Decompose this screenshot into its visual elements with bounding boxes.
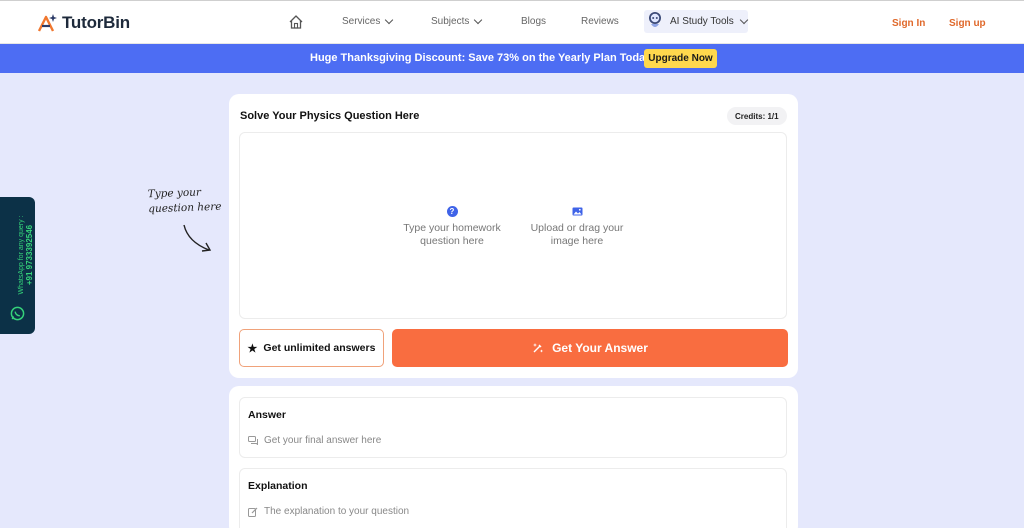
robot-icon [649, 12, 661, 27]
nav-subjects[interactable]: Subjects [431, 15, 483, 27]
credits-badge: Credits: 1/1 [727, 107, 787, 125]
nav-blogs[interactable]: Blogs [521, 16, 546, 27]
handwritten-note: Type your question here [147, 185, 222, 218]
results-card: Answer Get your final answer here Explan… [229, 386, 798, 528]
promo-banner: Huge Thanksgiving Discount: Save 73% on … [0, 44, 1024, 73]
nav-ai-tools-label: AI Study Tools [670, 16, 734, 27]
answer-hint: Get your final answer here [248, 435, 381, 446]
chat-icon [248, 436, 258, 445]
explanation-hint-text: The explanation to your question [264, 506, 410, 517]
logo[interactable]: TutorBin [36, 13, 130, 33]
brand-name: TutorBin [62, 13, 130, 32]
sign-up-link[interactable]: Sign up [949, 18, 986, 29]
star-icon: ★ [247, 342, 258, 355]
home-icon[interactable] [288, 14, 304, 30]
explanation-section: Explanation The explanation to your ques… [239, 468, 787, 528]
nav-blogs-label: Blogs [521, 16, 547, 27]
sign-in-link[interactable]: Sign In [892, 18, 925, 29]
whatsapp-contact-tab[interactable]: WhatsApp for any query : +91 9733392546 [0, 197, 35, 334]
get-answer-label: Get Your Answer [552, 341, 648, 355]
type-question-option[interactable]: ? Type your homework question here [400, 206, 504, 248]
get-unlimited-answers-button[interactable]: ★ Get unlimited answers [239, 329, 384, 367]
upload-image-option[interactable]: Upload or drag your image here [525, 206, 629, 248]
unlimited-label: Get unlimited answers [263, 342, 376, 354]
get-your-answer-button[interactable]: Get Your Answer [392, 329, 788, 367]
solver-card: Solve Your Physics Question Here Credits… [229, 94, 798, 378]
nav-services-label: Services [342, 16, 381, 27]
top-header: TutorBin Services Subjects Blogs Reviews… [0, 0, 1024, 44]
nav-services[interactable]: Services [342, 15, 394, 27]
nav-subjects-label: Subjects [431, 16, 470, 27]
nav-reviews[interactable]: Reviews [581, 16, 619, 27]
answer-hint-text: Get your final answer here [264, 435, 382, 446]
explanation-hint: The explanation to your question [248, 506, 409, 517]
promo-text: Huge Thanksgiving Discount: Save 73% on … [310, 52, 655, 64]
chevron-down-icon [385, 15, 394, 24]
whatsapp-number: +91 9733392546 [25, 224, 34, 286]
upgrade-now-button[interactable]: Upgrade Now [644, 49, 717, 68]
explanation-title: Explanation [248, 480, 308, 492]
question-mark-icon: ? [446, 206, 458, 217]
logo-mark-icon [37, 14, 57, 32]
upload-image-label: Upload or drag your image here [530, 222, 624, 247]
nav-ai-study-tools[interactable]: AI Study Tools [644, 10, 748, 33]
whatsapp-icon [10, 306, 25, 321]
whatsapp-text: WhatsApp for any query : +91 9733392546 [18, 207, 34, 303]
nav-reviews-label: Reviews [581, 16, 619, 27]
solver-title: Solve Your Physics Question Here [240, 110, 420, 122]
note-line-2: question here [148, 200, 222, 216]
answer-section: Answer Get your final answer here [239, 397, 787, 458]
magic-wand-icon [533, 343, 544, 353]
chevron-down-icon [474, 15, 483, 24]
whatsapp-label: WhatsApp for any query : [18, 215, 25, 295]
chevron-down-icon [739, 15, 748, 24]
image-icon [572, 207, 582, 216]
answer-title: Answer [248, 409, 286, 421]
curved-arrow-icon [183, 224, 212, 252]
type-question-label: Type your homework question here [403, 222, 501, 247]
edit-icon [248, 507, 258, 517]
question-input-area[interactable]: ? Type your homework question here Uploa… [239, 132, 787, 319]
